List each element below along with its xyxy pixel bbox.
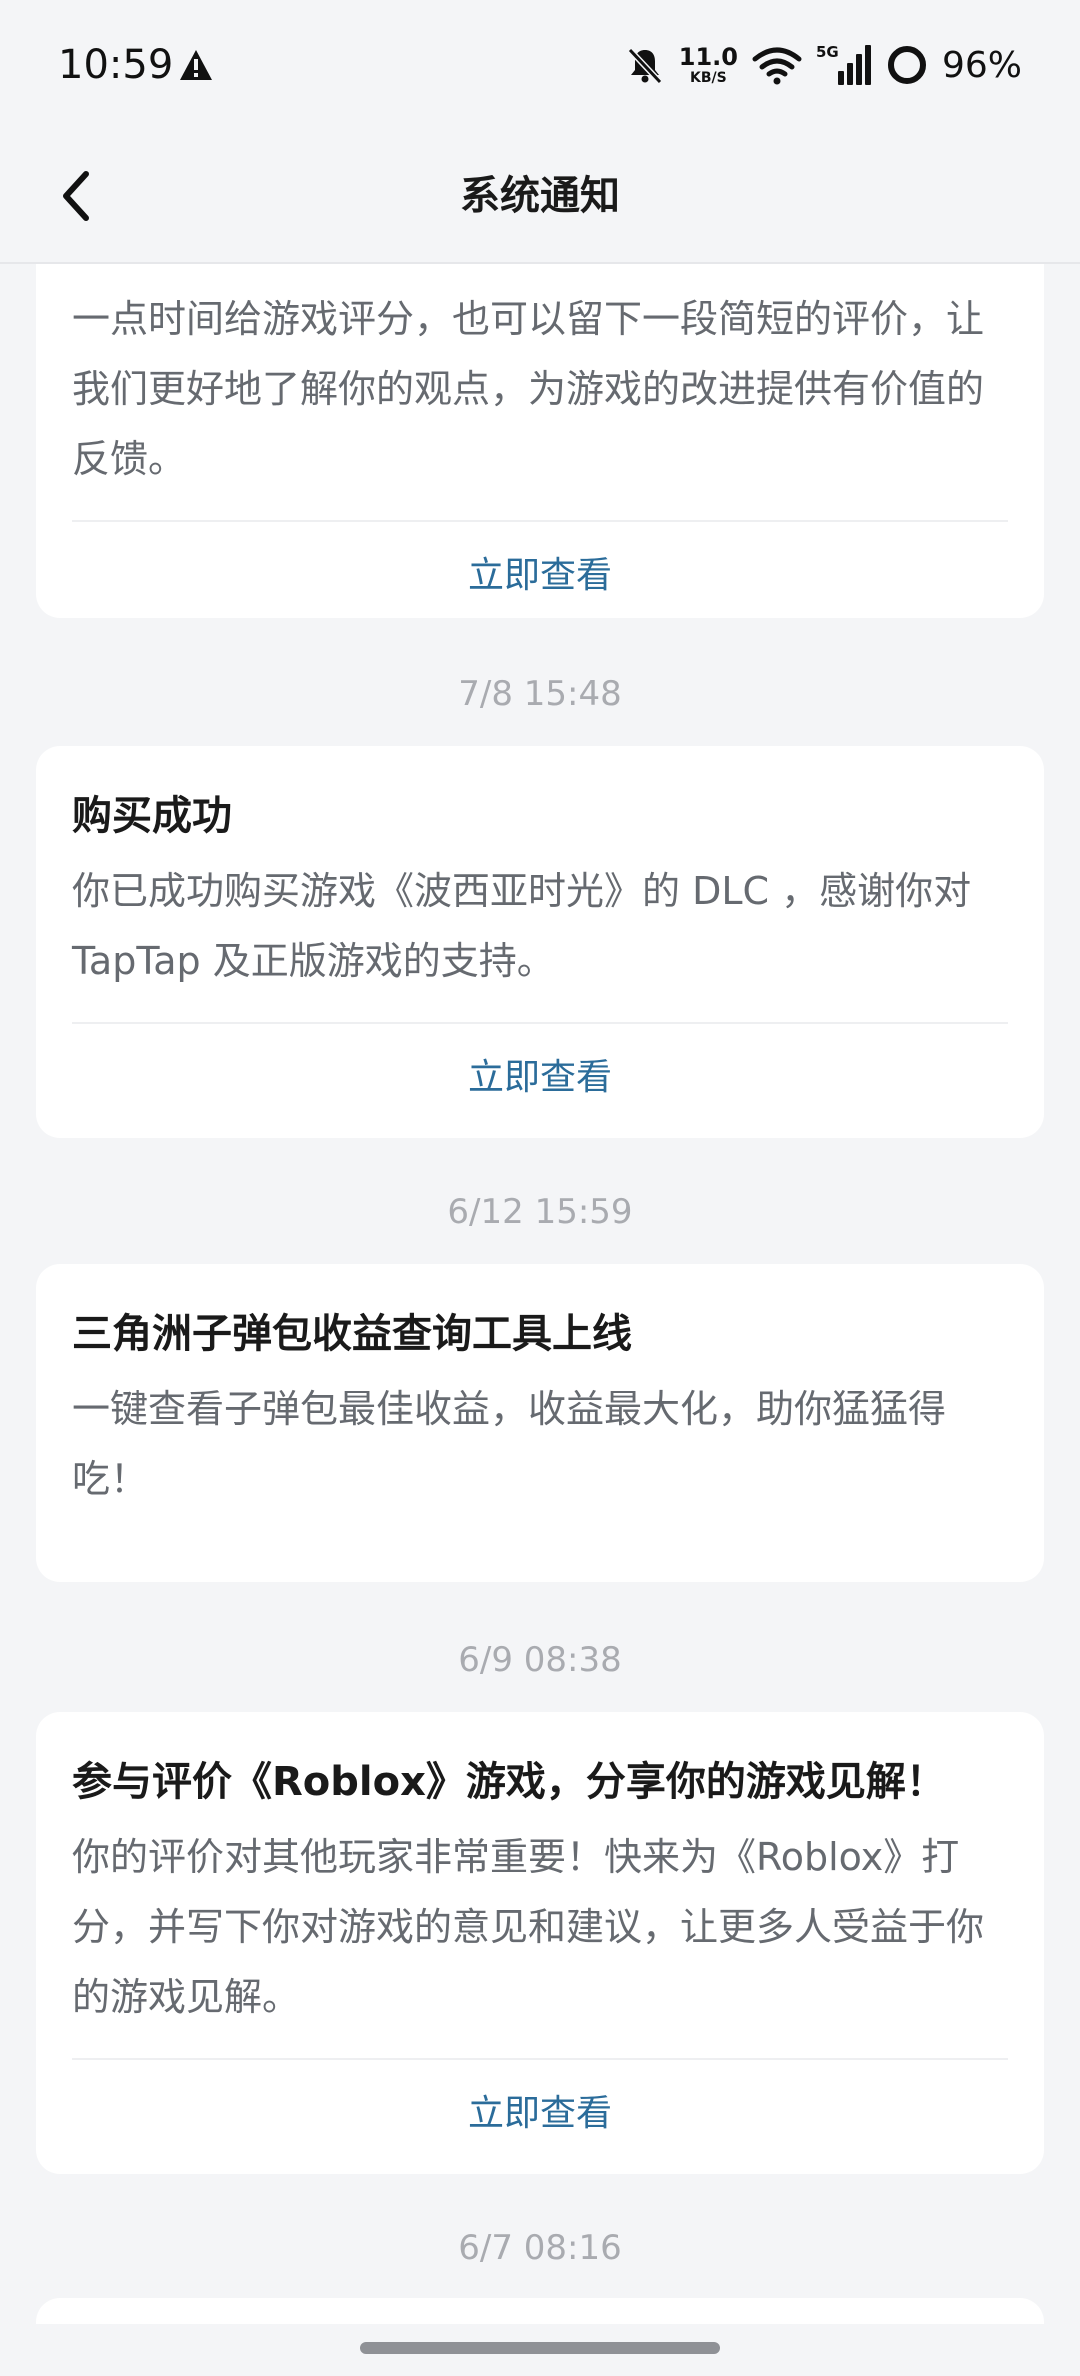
- battery-percentage: 96%: [941, 44, 1022, 86]
- view-now-button[interactable]: 立即查看: [72, 522, 1008, 630]
- notification-card[interactable]: 三角洲子弹包收益查询工具上线 一键查看子弹包最佳收益，收益最大化，助你猛猛得吃！: [36, 1264, 1044, 1582]
- notification-title: 参与评价《Roblox》游戏，分享你的游戏见解！: [72, 1759, 946, 1805]
- notification-card: 参与评价《Roblox》游戏，分享你的游戏见解！ 你的评价对其他玩家非常重要！快…: [36, 1712, 1044, 2174]
- status-bar: 10:59 11.0 KB/S 5G 96%: [0, 0, 1080, 130]
- status-time: 10:59: [58, 42, 174, 88]
- net-speed-unit: KB/S: [690, 70, 727, 86]
- view-now-button[interactable]: 立即查看: [72, 1024, 1008, 1132]
- bell-off-icon: [627, 47, 662, 85]
- cellular-signal-icon: 5G: [816, 43, 871, 85]
- notification-body: 一键查看子弹包最佳收益，收益最大化，助你猛猛得吃！: [72, 1387, 947, 1501]
- notification-title: 购买成功: [72, 793, 232, 839]
- page-title: 系统通知: [460, 173, 620, 219]
- home-indicator[interactable]: [360, 2342, 720, 2354]
- notification-body: 你已成功购买游戏《波西亚时光》的 DLC ，感谢你对 TapTap 及正版游戏的…: [72, 869, 972, 983]
- net-speed-value: 11.0: [678, 43, 738, 71]
- notification-date: 7/8 15:48: [458, 674, 622, 714]
- view-now-button[interactable]: 立即查看: [72, 2060, 1008, 2168]
- status-icons: 11.0 KB/S 5G 96%: [625, 38, 1022, 92]
- notification-card: 一点时间给游戏评分，也可以留下一段简短的评价，让我们更好地了解你的观点，为游戏的…: [36, 264, 1044, 618]
- notification-list[interactable]: 一点时间给游戏评分，也可以留下一段简短的评价，让我们更好地了解你的观点，为游戏的…: [0, 264, 1080, 2324]
- notification-date: 6/12 15:59: [447, 1192, 633, 1232]
- warning-icon: [180, 50, 212, 80]
- notification-card[interactable]: [36, 2298, 1044, 2324]
- net-speed: 11.0 KB/S: [679, 45, 738, 85]
- app-header: 系统通知: [0, 130, 1080, 264]
- battery-ring-icon: [887, 46, 926, 84]
- notification-date: 6/7 08:16: [458, 2228, 622, 2268]
- notification-card: 购买成功 你已成功购买游戏《波西亚时光》的 DLC ，感谢你对 TapTap 及…: [36, 746, 1044, 1138]
- notification-body: 你的评价对其他玩家非常重要！快来为《Roblox》打分，并写下你对游戏的意见和建…: [72, 1835, 985, 2019]
- notification-body: 一点时间给游戏评分，也可以留下一段简短的评价，让我们更好地了解你的观点，为游戏的…: [72, 297, 985, 481]
- network-type-label: 5G: [816, 43, 839, 61]
- wifi-icon: [752, 47, 802, 85]
- notification-title: 三角洲子弹包收益查询工具上线: [72, 1311, 632, 1357]
- notification-date: 6/9 08:38: [458, 1640, 622, 1680]
